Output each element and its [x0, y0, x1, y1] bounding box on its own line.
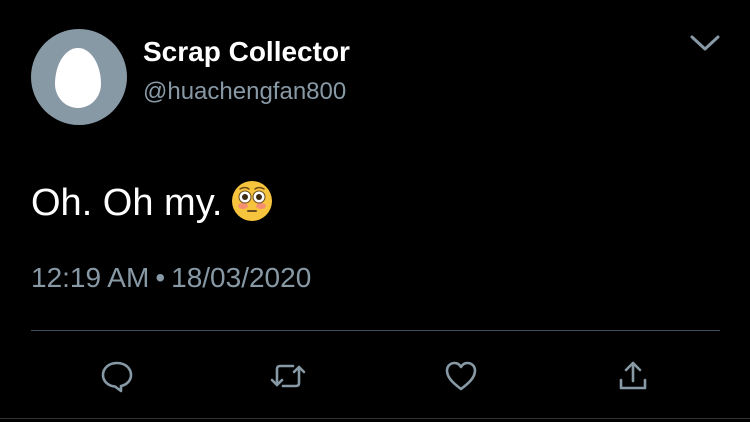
default-egg-icon [55, 48, 101, 108]
like-button[interactable] [441, 356, 481, 396]
bottom-border [0, 418, 750, 419]
share-button[interactable] [613, 356, 653, 396]
flushed-face-emoji-icon [230, 179, 274, 223]
tweet-text: Oh. Oh my. [31, 180, 274, 227]
tweet-text-content: Oh. Oh my. [31, 182, 223, 224]
divider [31, 330, 720, 331]
meta-separator: • [155, 262, 166, 293]
chevron-down-icon[interactable] [690, 34, 720, 54]
reply-icon [99, 358, 135, 394]
retweet-icon [269, 358, 307, 394]
tweet-timestamp[interactable]: 12:19 AM • 18/03/2020 [31, 262, 311, 294]
share-icon [616, 358, 650, 394]
retweet-button[interactable] [268, 356, 308, 396]
display-name[interactable]: Scrap Collector [143, 36, 350, 68]
reply-button[interactable] [97, 356, 137, 396]
tweet-date: 18/03/2020 [171, 262, 312, 293]
tweet-card: Scrap Collector @huachengfan800 Oh. Oh m… [0, 0, 750, 422]
user-handle[interactable]: @huachengfan800 [143, 78, 346, 106]
tweet-time: 12:19 AM [31, 262, 150, 293]
heart-icon [443, 359, 479, 393]
avatar[interactable] [31, 29, 127, 125]
